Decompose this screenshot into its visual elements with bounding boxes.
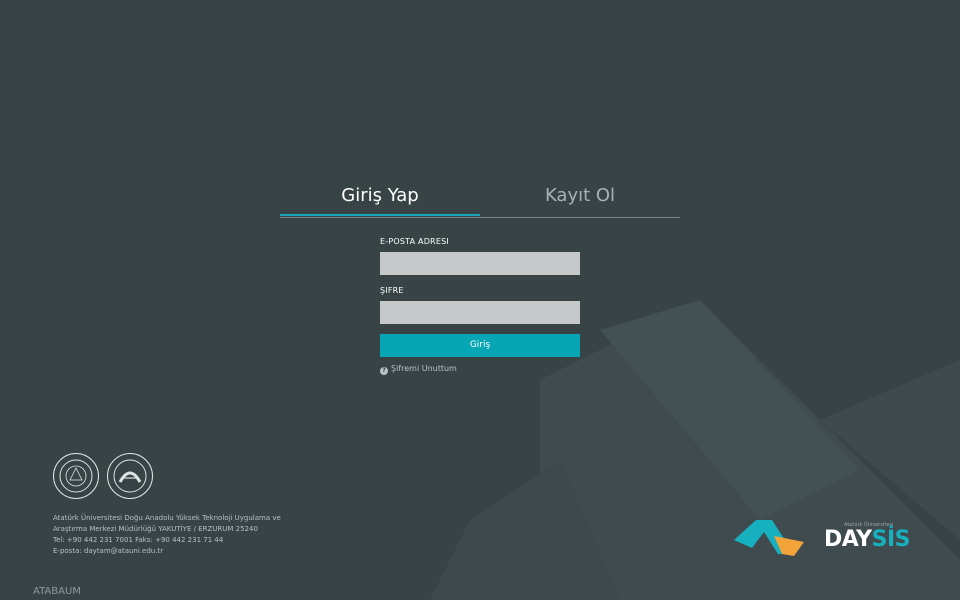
info-line: E-posta: daytam@atauni.edu.tr xyxy=(53,547,164,555)
auth-tabs: Giriş Yap Kayıt Ol xyxy=(280,178,680,218)
daytam-seal xyxy=(107,453,153,499)
question-circle-icon: ? xyxy=(380,367,388,375)
info-line: Atatürk Üniversitesi Doğu Anadolu Yüksek… xyxy=(53,514,281,522)
forgot-password-link[interactable]: ? Şifremi Unuttum xyxy=(380,364,457,375)
ataturk-university-seal xyxy=(53,453,99,499)
seal2-emblem xyxy=(113,459,147,493)
info-line: Tel: +90 442 231 7001 Faks: +90 442 231 … xyxy=(53,536,224,544)
seal1-emblem xyxy=(59,459,93,493)
email-label: E-POSTA ADRESI xyxy=(380,237,449,246)
daysis-logo-mark-icon xyxy=(734,520,804,556)
active-tab-indicator xyxy=(280,214,480,216)
login-form: E-POSTA ADRESI ŞIFRE Giriş xyxy=(380,236,580,357)
tab-register[interactable]: Kayıt Ol xyxy=(480,178,680,216)
password-field[interactable] xyxy=(380,301,580,324)
tab-login[interactable]: Giriş Yap xyxy=(280,178,480,216)
password-label: ŞIFRE xyxy=(380,286,404,295)
app-name: ATABAUM xyxy=(33,586,81,597)
contact-info: Atatürk Üniversitesi Doğu Anadolu Yüksek… xyxy=(53,513,281,557)
info-line: Araştırma Merkezi Müdürlüğü YAKUTİYE / E… xyxy=(53,525,258,533)
forgot-password-label: Şifremi Unuttum xyxy=(391,364,457,373)
login-button[interactable]: Giriş xyxy=(380,334,580,357)
email-field[interactable] xyxy=(380,252,580,275)
daysis-wordmark: DAYSİS xyxy=(824,527,911,552)
